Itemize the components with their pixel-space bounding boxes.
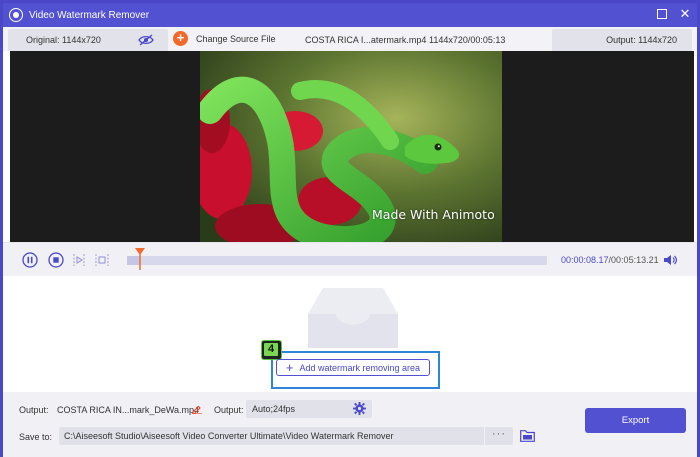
save-path-field[interactable]: C:\Aiseesoft Studio\Aiseesoft Video Conv… — [59, 427, 484, 445]
app-window: Video Watermark Remover ✕ Original: 1144… — [0, 0, 700, 457]
output-resolution: Output: 1144x720 — [606, 35, 677, 45]
timeline-track[interactable] — [127, 256, 547, 265]
playhead-marker-icon[interactable] — [134, 248, 146, 270]
video-preview: Made With Animoto — [10, 51, 694, 242]
playback-time: 00:00:08.17/00:05:13.21 — [561, 255, 659, 265]
original-resolution: Original: 1144x720 — [26, 35, 101, 45]
empty-box-icon — [308, 288, 398, 348]
save-path-value: C:\Aiseesoft Studio\Aiseesoft Video Conv… — [64, 431, 394, 441]
plus-icon: + — [285, 359, 294, 375]
output-settings-panel: Output: COSTA RICA IN...mark_DeWa.mp4 Ou… — [3, 392, 697, 457]
browse-path-button[interactable]: ··· — [485, 427, 513, 445]
eye-slash-icon[interactable] — [138, 34, 154, 46]
output-format-label: Output: — [214, 405, 244, 415]
output-format-value: Auto;24fps — [252, 404, 296, 414]
stop-icon[interactable] — [48, 252, 64, 268]
save-to-label: Save to: — [19, 432, 53, 442]
edit-pencil-icon[interactable] — [192, 404, 202, 414]
volume-icon[interactable] — [663, 254, 677, 266]
original-tab: Original: 1144x720 — [8, 29, 168, 51]
video-frame[interactable]: Made With Animoto — [200, 51, 502, 242]
change-source-button[interactable]: + Change Source File — [173, 31, 276, 46]
maximize-icon[interactable] — [657, 9, 667, 19]
pause-icon[interactable] — [22, 252, 38, 268]
change-source-label: Change Source File — [196, 33, 276, 44]
play-segment-icon[interactable] — [71, 252, 87, 268]
gear-icon[interactable] — [353, 402, 366, 415]
total-time: /00:05:13.21 — [608, 255, 659, 265]
current-time: 00:00:08.17 — [561, 255, 609, 265]
output-file-name: COSTA RICA IN...mark_DeWa.mp4 — [57, 405, 200, 415]
open-folder-icon[interactable] — [520, 430, 535, 442]
watermark-area-panel: 4 + Add watermark removing area — [3, 276, 697, 392]
plus-circle-icon: + — [173, 31, 188, 46]
output-file-label: Output: — [19, 405, 49, 415]
app-logo-icon — [9, 8, 23, 22]
add-watermark-area-button[interactable]: + Add watermark removing area — [276, 359, 430, 376]
info-bar: Original: 1144x720 + Change Source File … — [3, 27, 697, 51]
source-file-meta: 1144x720/00:05:13 — [429, 35, 506, 45]
export-button[interactable]: Export — [585, 408, 686, 433]
window-controls: ✕ — [657, 7, 691, 20]
add-watermark-area-label: Add watermark removing area — [299, 362, 421, 373]
output-tab: Output: 1144x720 — [552, 29, 692, 51]
title-bar: Video Watermark Remover ✕ — [3, 3, 697, 27]
frame-crop-icon[interactable] — [94, 252, 110, 268]
close-icon[interactable]: ✕ — [679, 7, 691, 20]
playback-bar: 00:00:08.17/00:05:13.21 — [3, 242, 697, 276]
watermark-text: Made With Animoto — [372, 207, 495, 222]
window-title: Video Watermark Remover — [29, 9, 150, 21]
source-file-name: COSTA RICA I...atermark.mp4 — [305, 35, 427, 45]
output-format-select[interactable]: Auto;24fps — [246, 400, 372, 418]
step-badge: 4 — [261, 340, 282, 360]
